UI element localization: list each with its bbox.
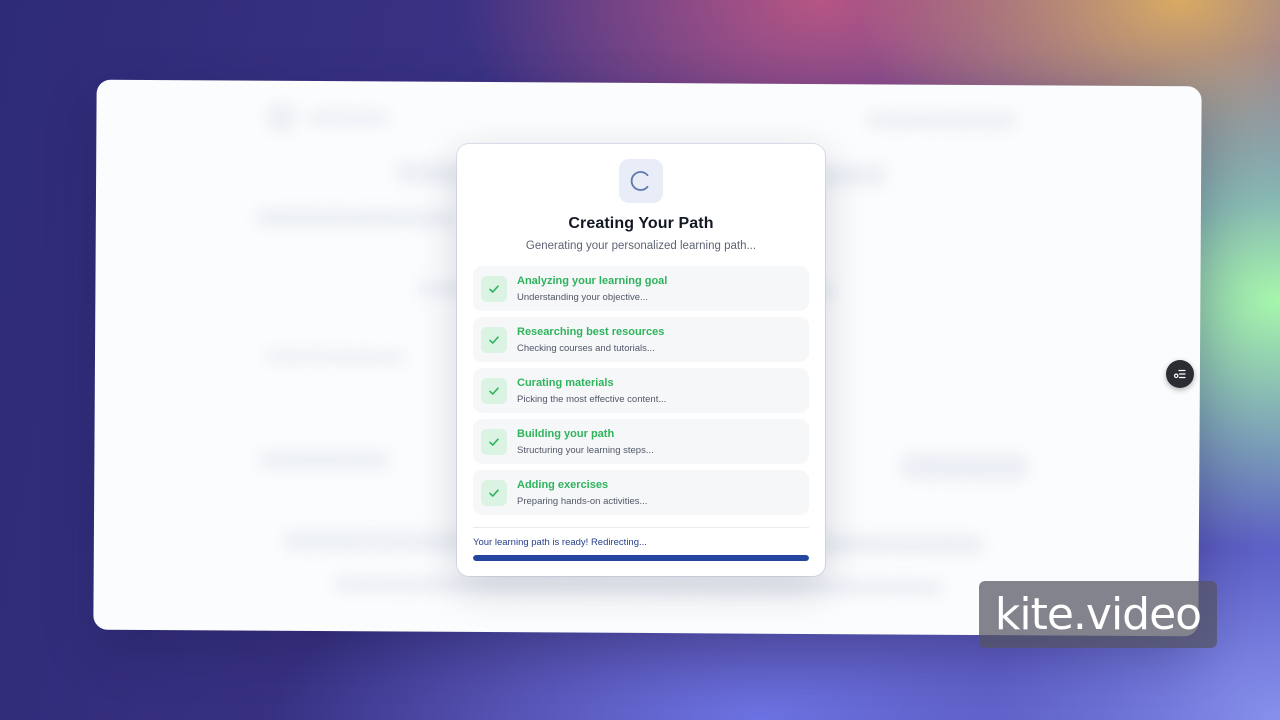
checkmark-icon <box>481 326 507 353</box>
list-settings-icon <box>1173 369 1186 379</box>
step-item-curating: Curating materials Picking the most effe… <box>473 368 809 413</box>
step-list: Analyzing your learning goal Understandi… <box>473 266 809 515</box>
modal-subtitle: Generating your personalized learning pa… <box>525 240 757 252</box>
creating-path-modal: Creating Your Path Generating your perso… <box>457 144 825 576</box>
checkmark-icon <box>481 428 507 455</box>
watermark: kite.video <box>979 581 1217 648</box>
step-title: Adding exercises <box>517 478 609 491</box>
step-title: Analyzing your learning goal <box>517 274 668 287</box>
checkmark-icon <box>481 479 507 506</box>
step-description: Checking courses and tutorials... <box>517 342 655 354</box>
step-item-building: Building your path Structuring your lear… <box>473 419 809 464</box>
step-title: Building your path <box>517 427 615 440</box>
step-item-researching: Researching best resources Checking cour… <box>473 317 809 362</box>
step-item-exercises: Adding exercises Preparing hands-on acti… <box>473 470 809 515</box>
step-item-analyzing: Analyzing your learning goal Understandi… <box>473 266 809 311</box>
modal-title: Creating Your Path <box>568 215 714 232</box>
step-description: Preparing hands-on activities... <box>517 495 648 507</box>
checkmark-icon <box>481 275 507 302</box>
list-settings-button[interactable] <box>1166 360 1194 388</box>
checkmark-icon <box>481 377 507 404</box>
step-description: Structuring your learning steps... <box>517 444 654 456</box>
progress-bar-fill <box>473 555 809 561</box>
step-title: Researching best resources <box>517 325 665 338</box>
loading-spinner-icon <box>619 159 663 203</box>
step-title: Curating materials <box>517 376 614 389</box>
status-text: Your learning path is ready! Redirecting… <box>473 537 647 548</box>
divider <box>473 527 809 528</box>
step-description: Understanding your objective... <box>517 291 648 303</box>
progress-bar <box>473 555 809 561</box>
step-description: Picking the most effective content... <box>517 393 667 405</box>
